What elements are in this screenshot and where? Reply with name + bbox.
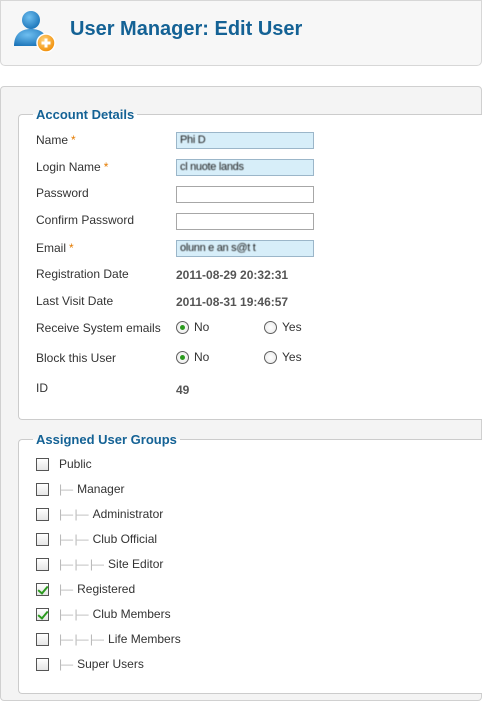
receive-emails-no-option[interactable]: No [176, 320, 209, 334]
tree-indent: |— |— |— [59, 632, 104, 646]
group-label: Registered [77, 582, 136, 596]
group-checkbox[interactable] [36, 632, 49, 646]
block-user-label: Block this User [36, 351, 117, 365]
group-row[interactable]: |— Registered [36, 581, 135, 597]
receive-emails-label: Receive System emails [36, 321, 161, 335]
group-row[interactable]: |— |— Club Members [36, 606, 171, 622]
block-user-no-label: No [194, 350, 210, 364]
group-label: Public [59, 457, 92, 471]
registration-date-value: 2011-08-29 20:32:31 [176, 268, 289, 282]
tree-indent: |— [59, 482, 73, 496]
confirm-password-label: Confirm Password [36, 213, 135, 227]
email-label: Email * [36, 241, 74, 255]
block-user-yes-option[interactable]: Yes [264, 350, 302, 364]
receive-emails-no-radio[interactable] [176, 320, 189, 334]
group-label: Site Editor [108, 557, 164, 571]
group-label: Club Members [92, 607, 171, 621]
block-user-no-radio[interactable] [176, 350, 189, 364]
receive-emails-yes-radio[interactable] [264, 320, 277, 334]
tree-indent: |— |— |— [59, 557, 104, 571]
tree-indent: |— [59, 657, 73, 671]
group-checkbox[interactable] [36, 507, 49, 521]
password-label: Password [36, 186, 89, 200]
receive-emails-no-label: No [194, 320, 210, 334]
receive-emails-yes-option[interactable]: Yes [264, 320, 302, 334]
tree-indent: |— |— [59, 607, 89, 621]
account-details-legend: Account Details [33, 107, 138, 122]
group-checkbox[interactable] [36, 582, 49, 596]
id-label: ID [36, 381, 48, 395]
login-name-label: Login Name * [36, 160, 109, 174]
login-name-field[interactable]: cl nuote lands [176, 159, 314, 176]
tree-indent: |— |— [59, 507, 89, 521]
group-label: Administrator [92, 507, 164, 521]
block-user-yes-radio[interactable] [264, 350, 277, 364]
group-label: Life Members [108, 632, 181, 646]
group-checkbox[interactable] [36, 557, 49, 571]
assigned-groups-legend: Assigned User Groups [33, 432, 180, 447]
group-row[interactable]: |— |— Administrator [36, 506, 163, 522]
user-add-icon [14, 11, 56, 53]
tree-indent: |— [59, 582, 73, 596]
group-label: Manager [77, 482, 125, 496]
group-row[interactable]: |— |— |— Life Members [36, 631, 181, 647]
group-label: Super Users [77, 657, 144, 671]
group-checkbox[interactable] [36, 482, 49, 496]
page-header: User Manager: Edit User [0, 0, 482, 66]
group-row[interactable]: Public [36, 456, 92, 472]
tree-indent: |— |— [59, 532, 89, 546]
email-field[interactable]: olunn e an s@t t [176, 240, 314, 257]
group-checkbox[interactable] [36, 532, 49, 546]
group-row[interactable]: |— Manager [36, 481, 125, 497]
name-label: Name * [36, 133, 76, 147]
registration-date-label: Registration Date [36, 267, 129, 281]
name-field[interactable]: Phi D [176, 132, 314, 149]
page-title: User Manager: Edit User [70, 18, 303, 40]
block-user-yes-label: Yes [282, 350, 302, 364]
id-value: 49 [176, 383, 190, 397]
password-field[interactable] [176, 186, 314, 203]
group-row[interactable]: |— Super Users [36, 656, 144, 672]
last-visit-date-value: 2011-08-31 19:46:57 [176, 295, 289, 309]
group-checkbox[interactable] [36, 607, 49, 621]
group-row[interactable]: |— |— Club Official [36, 531, 157, 547]
last-visit-date-label: Last Visit Date [36, 294, 114, 308]
block-user-no-option[interactable]: No [176, 350, 209, 364]
group-checkbox[interactable] [36, 457, 49, 471]
group-label: Club Official [92, 532, 158, 546]
receive-emails-yes-label: Yes [282, 320, 302, 334]
group-row[interactable]: |— |— |— Site Editor [36, 556, 163, 572]
confirm-password-field[interactable] [176, 213, 314, 230]
group-checkbox[interactable] [36, 657, 49, 671]
